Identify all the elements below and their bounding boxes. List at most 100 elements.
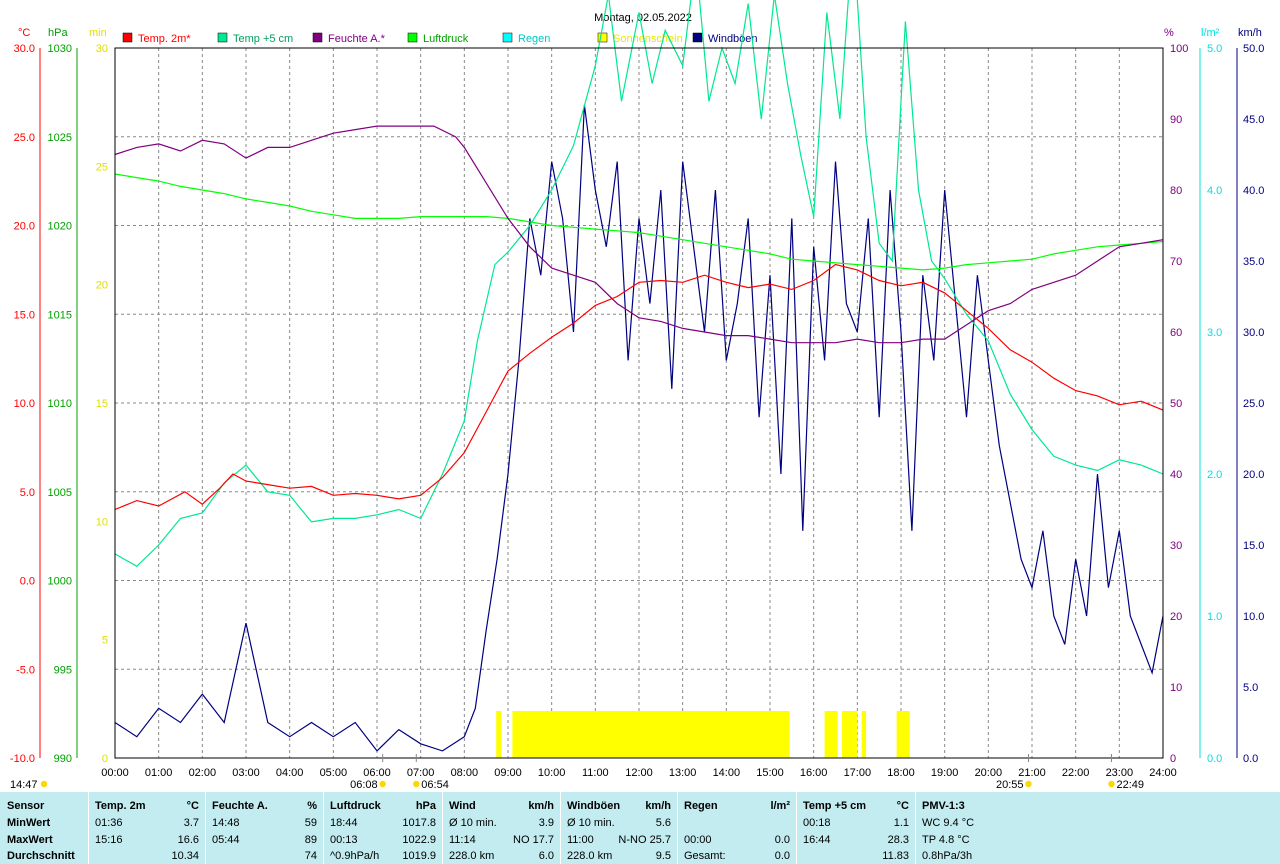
x-tick-label: 01:00 [145,767,173,779]
stats-value: 16.6 [177,834,199,846]
tick-label-pressure: 1010 [48,398,72,410]
stats-unit: hPa [415,800,436,812]
marker-label: 20:55 [996,779,1024,791]
stats-unit: % [307,800,317,812]
stats-value: 1.1 [893,817,909,829]
tick-label-humidity: 50 [1170,398,1182,410]
tick-label-pressure: 990 [54,753,72,765]
tick-label-pressure: 1025 [48,132,72,144]
x-tick-label: 00:00 [101,767,129,779]
stats-header: Temp +5 cm [803,800,867,812]
column-divider [796,792,797,864]
legend-swatch [122,32,133,43]
sunshine-block [824,711,838,758]
x-tick-label: 23:00 [1106,767,1134,779]
stats-value: 6.0 [538,850,554,862]
tick-label-temp: 0.0 [20,576,35,588]
tick-label-humidity: 60 [1170,327,1182,339]
tick-label-wind: 25.0 [1243,398,1264,410]
stats-header: Wind [449,800,476,812]
tick-label-humidity: 80 [1170,185,1182,197]
legend-label: Regen [518,33,550,45]
tick-label-wind: 10.0 [1243,611,1264,623]
x-tick-label: 13:00 [669,767,697,779]
weather-chart: Montag, 02.05.2022 Temp. 2m* Temp +5 cm Fe… [10,0,1264,791]
tick-label-temp: -5.0 [16,664,35,676]
x-tick-label: 21:00 [1018,767,1046,779]
legend-swatch [502,32,513,43]
tick-label-wind: 5.0 [1243,682,1258,694]
column-divider [560,792,561,864]
sun-marker-icon [1025,780,1032,788]
stats-time: TP 4.8 °C [922,834,970,846]
x-tick-label: 09:00 [494,767,522,779]
tick-label-wind: 35.0 [1243,256,1264,268]
x-tick-label: 04:00 [276,767,304,779]
column-divider [88,792,89,864]
axis-unit-wind: km/h [1238,27,1262,39]
legend-label: Temp. 2m* [138,33,191,45]
tick-label-humidity: 70 [1170,256,1182,268]
tick-label-rain: 0.0 [1207,753,1222,765]
stats-time: WC 9.4 °C [922,817,975,829]
sun-marker-icon [1108,780,1115,788]
stats-row-label: MaxWert [7,834,53,846]
axis-unit-pressure: hPa [48,27,68,39]
axis-unit-minutes: min [89,27,107,39]
sunshine-block [861,711,867,758]
tick-label-humidity: 30 [1170,540,1182,552]
tick-label-rain: 4.0 [1207,185,1222,197]
column-divider [205,792,206,864]
stats-time: 11:00 [567,834,594,846]
stats-value: 5.6 [655,817,671,829]
stats-unit: l/m² [770,800,790,812]
stats-value: 28.3 [887,834,909,846]
axis-unit-rain: l/m² [1201,27,1220,39]
x-tick-label: 10:00 [538,767,566,779]
axis-unit-temp: °C [18,27,30,39]
stats-time: 18:44 [330,817,358,829]
tick-label-wind: 50.0 [1243,43,1264,55]
stats-time: 05:44 [212,834,240,846]
stats-value: 59 [304,817,317,829]
stats-time: 00:13 [330,834,358,846]
tick-label-minutes: 10 [96,516,108,528]
column-divider [323,792,324,864]
stats-value: 3.9 [538,817,554,829]
tick-label-temp: 30.0 [14,43,35,55]
legend-label: Temp +5 cm [233,33,293,45]
stats-value: 10.34 [171,850,199,862]
x-tick-label: 22:00 [1062,767,1090,779]
stats-unit: °C [896,800,909,812]
tick-label-rain: 2.0 [1207,469,1222,481]
sunshine-series [496,711,910,758]
x-tick-label: 15:00 [756,767,784,779]
stats-value: 1019.9 [402,850,436,862]
tick-label-temp: 25.0 [14,132,35,144]
tick-label-wind: 20.0 [1243,469,1264,481]
stats-value: N-NO 25.7 [618,834,671,846]
tick-label-minutes: 15 [96,398,108,410]
x-tick-label: 08:00 [451,767,479,779]
stats-value: 1022.9 [402,834,436,846]
tick-label-minutes: 20 [96,280,108,292]
x-tick-label: 17:00 [844,767,872,779]
tick-label-wind: 30.0 [1243,327,1264,339]
tick-label-pressure: 1015 [48,309,72,321]
tick-label-temp: -10.0 [10,753,35,765]
tick-label-pressure: 1000 [48,576,72,588]
sun-marker-icon [413,780,420,788]
tick-label-humidity: 100 [1170,43,1188,55]
legend-swatch [407,32,418,43]
stats-value: 89 [304,834,317,846]
legend-label: Windböen [708,33,758,45]
legend-swatch [217,32,228,43]
stats-time: 00:18 [803,817,831,829]
x-tick-label: 03:00 [232,767,260,779]
stats-row-label: MinWert [7,817,51,829]
stats-value: 1017.8 [402,817,436,829]
stats-unit: km/h [528,800,554,812]
legend-label: Sonnenschein [613,33,683,45]
legend-swatch [312,32,323,43]
stats-row-label: Durchschnitt [7,850,75,862]
